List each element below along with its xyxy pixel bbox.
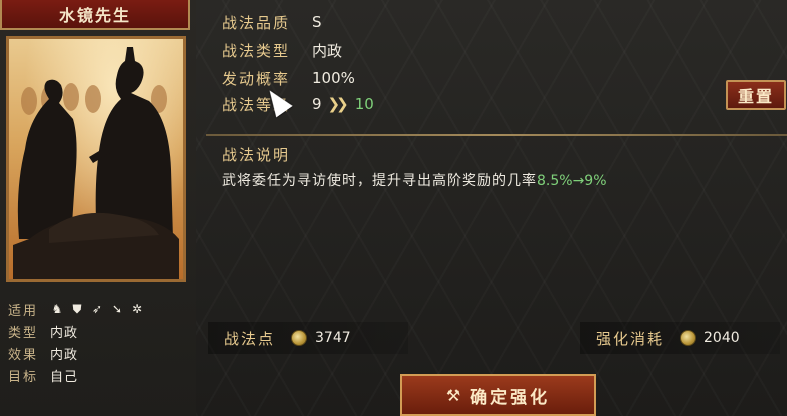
bow-icon: ➶ — [91, 302, 103, 316]
general-name-banner: 水镜先生 — [0, 0, 190, 30]
attr-row-effect: 效果 内政 — [8, 342, 194, 364]
attr-row-applicable: 适用 ♞ ⛊ ➶ ➘ ✲ — [8, 298, 194, 320]
tactic-panel: 战法品质 S 战法类型 内政 发动概率 100% 战法等级 9 ❯❯ 10 重置… — [196, 0, 787, 416]
description-highlight: 8.5%→9% — [537, 173, 607, 189]
confirm-upgrade-button[interactable]: ⚒ 确定强化 — [400, 374, 596, 416]
general-panel: 水镜先生 适用 ♞ ⛊ ➶ ➘ ✲ 类型 内政 效果 内政 目标 自己 — [0, 0, 196, 416]
points-value: 3747 — [315, 330, 351, 346]
attr-key: 适用 — [8, 303, 39, 319]
cost-value: 2040 — [704, 330, 740, 346]
stat-label: 战法品质 — [222, 13, 291, 32]
upgrade-cost-bar: 强化消耗 2040 — [580, 322, 780, 354]
hammer-icon: ⚒ — [445, 385, 461, 405]
description-text: 武将委任为寻访使时，提升寻出高阶奖励的几率8.5%→9% — [222, 170, 607, 190]
portrait-silhouette-image — [13, 47, 179, 279]
description-title: 战法说明 — [222, 146, 291, 164]
shield-icon: ⛊ — [72, 301, 82, 316]
tactic-stats: 战法品质 S 战法类型 内政 发动概率 100% 战法等级 9 ❯❯ 10 重置 — [196, 0, 787, 134]
points-label: 战法点 — [224, 329, 276, 348]
coin-icon — [291, 330, 308, 346]
stat-rate: 发动概率 100% — [222, 66, 355, 90]
spear-icon: ➘ — [111, 302, 123, 316]
stat-value: 100% — [312, 69, 355, 87]
attr-value: 内政 — [50, 325, 79, 341]
general-portrait — [6, 36, 186, 282]
stat-quality: 战法品质 S — [222, 10, 322, 34]
general-name: 水镜先生 — [58, 6, 131, 25]
stat-value: S — [312, 13, 322, 31]
section-divider — [206, 134, 787, 136]
stat-value: 内政 — [312, 41, 343, 60]
description-body: 武将委任为寻访使时，提升寻出高阶奖励的几率 — [222, 173, 537, 189]
coin-icon — [680, 330, 697, 346]
general-attributes: 适用 ♞ ⛊ ➶ ➘ ✲ 类型 内政 效果 内政 目标 自己 — [8, 298, 194, 386]
stat-label: 发动概率 — [222, 69, 291, 88]
attr-key: 目标 — [8, 369, 39, 385]
attr-value: 内政 — [50, 347, 79, 363]
attr-row-type: 类型 内政 — [8, 320, 194, 342]
cavalry-icon: ♞ — [51, 302, 63, 316]
attr-key: 效果 — [8, 347, 39, 363]
stat-level: 战法等级 9 ❯❯ 10 — [222, 92, 374, 116]
level-next: 10 — [354, 95, 374, 113]
attr-key: 类型 — [8, 325, 39, 341]
wheel-icon: ✲ — [131, 302, 143, 316]
level-current: 9 — [312, 95, 322, 113]
cost-label: 强化消耗 — [596, 329, 665, 348]
reset-button[interactable]: 重置 — [726, 80, 786, 110]
attr-row-target: 目标 自己 — [8, 364, 194, 386]
stat-label: 战法类型 — [222, 41, 291, 60]
tactic-points-bar: 战法点 3747 — [208, 322, 408, 354]
double-chevron-right-icon: ❯❯ — [327, 95, 349, 113]
stat-type: 战法类型 内政 — [222, 38, 342, 62]
attr-value: 自己 — [50, 369, 79, 385]
confirm-label: 确定强化 — [470, 387, 551, 408]
unit-type-icons: ♞ ⛊ ➶ ➘ ✲ — [50, 301, 144, 317]
